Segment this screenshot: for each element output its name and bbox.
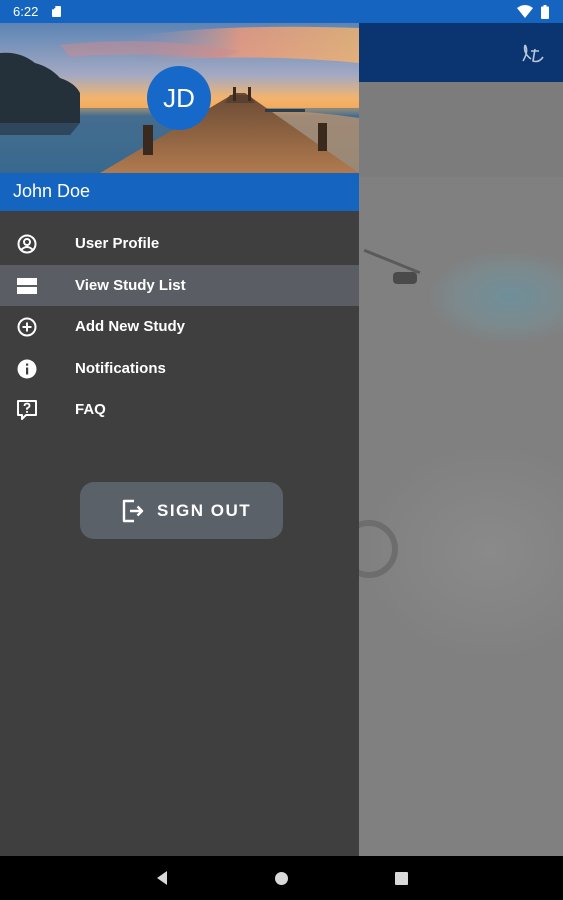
- navigation-drawer: JD John Doe User Profile View Study List…: [0, 23, 359, 856]
- list-view-icon: [17, 277, 37, 294]
- back-icon[interactable]: [155, 870, 169, 886]
- menu-label-notifications: Notifications: [75, 359, 166, 377]
- menu-item-faq[interactable]: FAQ: [0, 389, 359, 431]
- sd-card-icon: [52, 6, 61, 17]
- drawer-menu: User Profile View Study List Add New Stu…: [0, 223, 359, 431]
- wifi-icon: [517, 5, 533, 18]
- menu-item-user-profile[interactable]: User Profile: [0, 223, 359, 265]
- menu-label-add-new-study: Add New Study: [75, 318, 186, 335]
- status-time: 6:22: [13, 4, 39, 19]
- sign-out-button[interactable]: SIGN OUT: [80, 482, 283, 539]
- user-name: John Doe: [0, 173, 359, 211]
- info-icon: [17, 359, 37, 378]
- sign-out-icon: [122, 499, 144, 523]
- system-nav-bar: [0, 856, 563, 900]
- status-icons: [517, 4, 549, 19]
- menu-item-view-study-list[interactable]: View Study List: [0, 264, 359, 306]
- recent-apps-icon[interactable]: [395, 872, 408, 885]
- account-circle-icon: [17, 234, 37, 254]
- help-chat-icon: [17, 400, 37, 420]
- add-circle-icon: [17, 317, 37, 337]
- status-bar: 6:22: [0, 0, 563, 23]
- menu-label-view-study-list: View Study List: [75, 276, 186, 294]
- menu-item-notifications[interactable]: Notifications: [0, 348, 359, 390]
- menu-label-user-profile: User Profile: [75, 235, 160, 252]
- battery-icon: [541, 4, 549, 19]
- menu-label-faq: FAQ: [75, 401, 106, 418]
- drawer-header: JD: [0, 23, 359, 173]
- home-icon[interactable]: [275, 872, 288, 885]
- sign-out-label: SIGN OUT: [157, 501, 252, 520]
- ribbon-logo-icon[interactable]: [519, 41, 547, 65]
- avatar[interactable]: JD: [147, 66, 211, 130]
- menu-item-add-new-study[interactable]: Add New Study: [0, 306, 359, 348]
